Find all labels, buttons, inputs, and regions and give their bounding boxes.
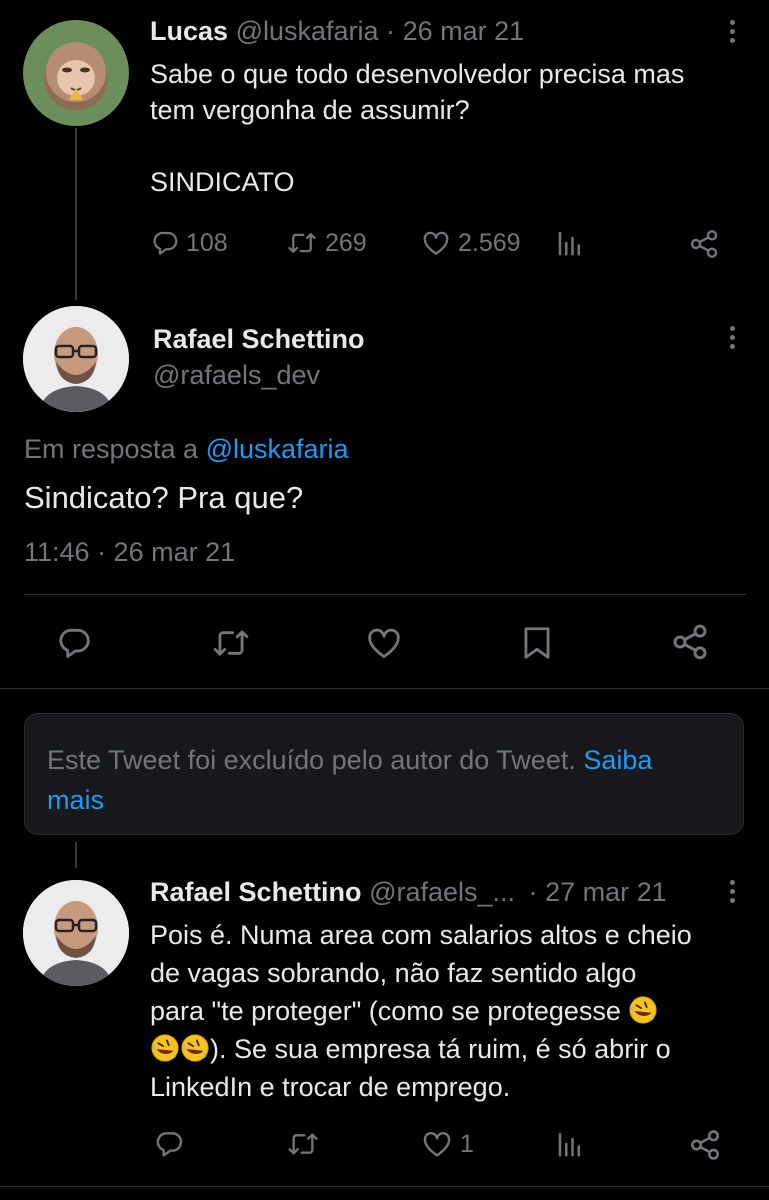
views-button[interactable] xyxy=(555,228,585,258)
author-handle[interactable]: @luskafaria xyxy=(236,16,379,46)
views-icon xyxy=(555,228,585,258)
like-icon xyxy=(420,228,452,258)
like-count: 1 xyxy=(460,1129,474,1158)
tweet-text-line: de vagas sobrando, não faz sentido algo xyxy=(150,958,637,988)
learn-more-link[interactable]: mais xyxy=(47,785,104,815)
tweet-text-line: para "te proteger" (como se protegesse xyxy=(150,996,621,1026)
tweet-text-line: tem vergonha de assumir? xyxy=(150,95,470,125)
rofl-emoji xyxy=(180,1033,210,1063)
tweet1-text: Sabe o que todo desenvolvedor precisa ma… xyxy=(150,56,684,200)
author-name[interactable]: Rafael Schettino xyxy=(153,324,365,355)
retweet-button[interactable] xyxy=(285,1128,321,1160)
tweet-text-line: Sabe o que todo desenvolvedor precisa ma… xyxy=(150,59,685,89)
person-avatar-art xyxy=(23,306,129,412)
thread-line xyxy=(75,842,77,868)
retweet-button[interactable]: 269 xyxy=(285,228,367,258)
tweet-date[interactable]: 27 mar 21 xyxy=(545,877,667,907)
deleted-notice-text: Este Tweet foi excluído pelo autor do Tw… xyxy=(47,745,576,775)
retweet-icon xyxy=(285,228,319,258)
bookmark-icon[interactable] xyxy=(518,624,556,662)
divider xyxy=(24,594,746,595)
reply-to-link[interactable]: @luskafaria xyxy=(206,434,349,464)
avatar-rafael[interactable] xyxy=(23,306,129,412)
person-avatar-art xyxy=(23,880,129,986)
reply-button[interactable]: 108 xyxy=(150,228,228,258)
learn-more-link[interactable]: Saiba xyxy=(583,745,652,775)
like-icon[interactable] xyxy=(364,624,404,662)
author-handle[interactable]: @rafaels_dev xyxy=(153,360,320,391)
tweet-text-line: LinkedIn e trocar de emprego. xyxy=(150,1072,511,1102)
views-icon xyxy=(555,1128,585,1160)
tweet-date[interactable]: 26 mar 21 xyxy=(403,16,525,46)
author-name[interactable]: Rafael Schettino xyxy=(150,877,362,907)
share-icon xyxy=(688,1128,722,1162)
like-button[interactable]: 2.569 xyxy=(420,228,521,258)
retweet-icon[interactable] xyxy=(210,624,252,662)
more-icon[interactable] xyxy=(728,326,736,349)
author-handle[interactable]: @rafaels_... xyxy=(369,877,515,907)
like-icon xyxy=(420,1128,454,1160)
tweet-text-line: ). Se sua empresa tá ruim, é só abrir o xyxy=(210,1034,671,1064)
more-icon[interactable] xyxy=(728,20,736,43)
like-count: 2.569 xyxy=(458,228,521,257)
views-button[interactable] xyxy=(555,1128,585,1160)
reply-icon xyxy=(153,1128,185,1160)
share-button[interactable] xyxy=(688,1128,722,1162)
avatar-lucas[interactable] xyxy=(23,20,129,126)
author-name[interactable]: Lucas xyxy=(150,16,228,46)
more-icon[interactable] xyxy=(728,880,736,903)
like-button[interactable]: 1 xyxy=(420,1128,474,1160)
divider xyxy=(0,1186,769,1187)
share-icon xyxy=(688,228,720,260)
tweet-text-line: Pois é. Numa area com salarios altos e c… xyxy=(150,920,692,950)
tweet-text-line: SINDICATO xyxy=(150,167,295,197)
share-button[interactable] xyxy=(688,228,720,260)
tweet-timestamp[interactable]: 11:46 · 26 mar 21 xyxy=(24,537,235,568)
tweet1-header: Lucas @luskafaria · 26 mar 21 xyxy=(150,16,524,47)
reply-icon[interactable] xyxy=(55,624,93,662)
reply-count: 108 xyxy=(186,228,228,257)
retweet-icon xyxy=(285,1128,321,1160)
reply-button[interactable] xyxy=(153,1128,185,1160)
tweet3-text: Pois é. Numa area com salarios altos e c… xyxy=(150,916,692,1106)
reply-context: Em resposta a @luskafaria xyxy=(24,434,349,465)
separator: · xyxy=(528,877,538,907)
avatar-rafael[interactable] xyxy=(23,880,129,986)
separator: · xyxy=(386,16,396,46)
rofl-emoji xyxy=(628,995,658,1025)
tweet3-header: Rafael Schettino @rafaels_... · 27 mar 2… xyxy=(150,877,667,908)
divider xyxy=(0,688,769,689)
share-icon[interactable] xyxy=(670,622,710,662)
monkey-avatar-art xyxy=(46,42,106,102)
reply-icon xyxy=(150,228,180,258)
retweet-count: 269 xyxy=(325,228,367,257)
thread-line xyxy=(75,128,77,300)
rofl-emoji xyxy=(150,1033,180,1063)
tweet-text: Sindicato? Pra que? xyxy=(24,480,304,515)
reply-prefix: Em resposta a xyxy=(24,434,199,464)
deleted-tweet-notice: Este Tweet foi excluído pelo autor do Tw… xyxy=(24,713,744,835)
